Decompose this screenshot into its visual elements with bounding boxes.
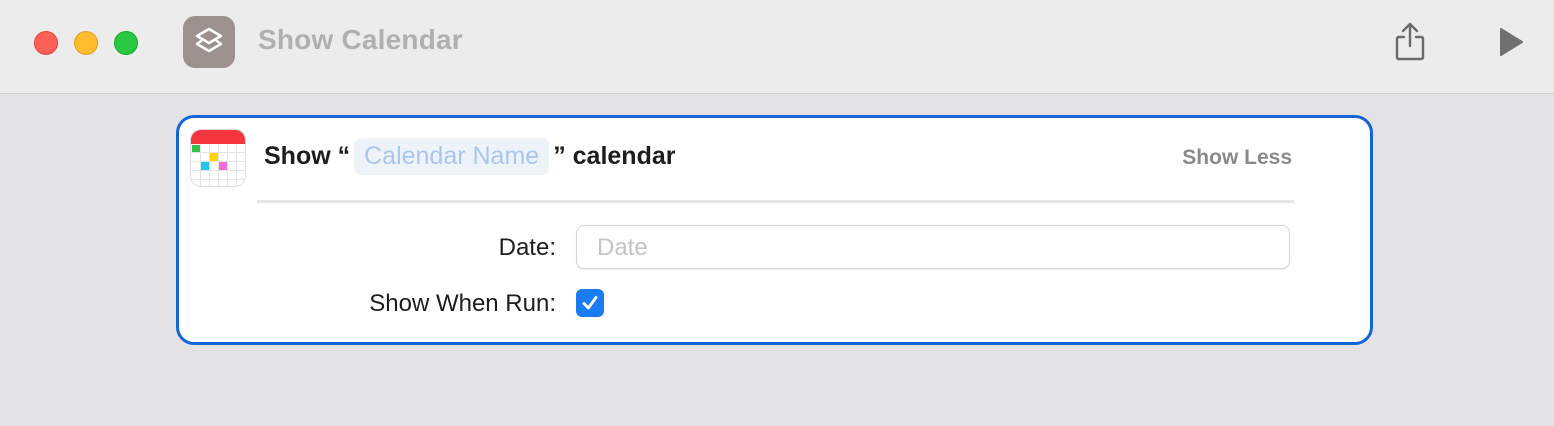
zoom-window-button[interactable] — [114, 31, 138, 55]
close-window-button[interactable] — [34, 31, 58, 55]
window-title: Show Calendar — [258, 24, 463, 55]
show-less-button[interactable]: Show Less — [1182, 146, 1292, 170]
divider — [257, 200, 1294, 203]
action-prefix-text: Show “ — [264, 141, 351, 170]
action-suffix-text: ” calendar — [553, 141, 676, 170]
checkmark-icon — [582, 296, 598, 310]
title-bar: Show Calendar — [0, 0, 1554, 94]
minimize-window-button[interactable] — [74, 31, 98, 55]
show-when-run-checkbox[interactable] — [576, 289, 604, 317]
shortcuts-stack-icon[interactable] — [183, 16, 235, 68]
run-button[interactable] — [1490, 22, 1530, 62]
show-calendar-action-card[interactable]: Show “Calendar Name” calendar Show Less … — [176, 115, 1373, 345]
action-summary: Show “Calendar Name” calendar — [264, 136, 675, 176]
share-icon — [1395, 22, 1425, 61]
play-icon — [1500, 28, 1523, 56]
calendar-name-parameter[interactable]: Calendar Name — [354, 137, 550, 175]
date-label: Date: — [498, 234, 556, 261]
date-field[interactable]: Date — [576, 225, 1290, 269]
calendar-app-icon — [191, 130, 245, 186]
share-button[interactable] — [1390, 18, 1430, 64]
show-when-run-label: Show When Run: — [369, 290, 556, 317]
